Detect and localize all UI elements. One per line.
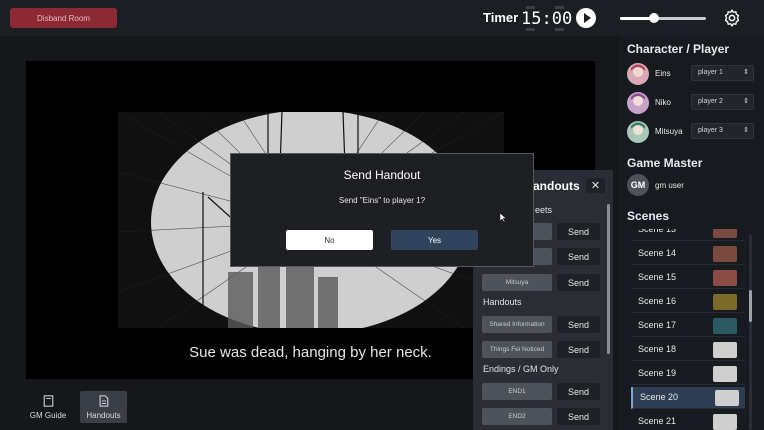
volume-slider[interactable] [620, 17, 706, 20]
send-button[interactable]: Send [557, 274, 600, 291]
handout-item-mitsuya[interactable]: Mitsuya [482, 274, 552, 291]
close-icon[interactable]: ✕ [586, 178, 605, 193]
endings-section-heading: Endings / GM Only [483, 364, 559, 374]
player-select[interactable]: player 1 ⇕ [691, 65, 754, 81]
mouse-cursor-icon [500, 213, 506, 222]
character-player-heading: Character / Player [627, 42, 730, 56]
minute-down-tick[interactable] [526, 28, 535, 31]
timer-label: Timer [483, 10, 519, 25]
scene-item[interactable]: Scene 18 [631, 339, 745, 361]
document-icon [99, 395, 109, 407]
scene-name: Scene 13 [638, 229, 677, 234]
scene-item[interactable]: Scene 21 [631, 411, 745, 430]
send-button[interactable]: Send [557, 223, 600, 240]
second-down-tick[interactable] [555, 28, 564, 31]
player-select[interactable]: player 2 ⇕ [691, 94, 754, 110]
gm-avatar: GM [627, 174, 649, 196]
dialog-title: Send Handout [343, 168, 421, 182]
scene-thumbnail [713, 246, 737, 262]
handout-item-shared-information[interactable]: Shared Information [482, 316, 552, 333]
timer-display[interactable]: 15:00 [521, 6, 573, 31]
scene-thumbnail [713, 270, 737, 286]
scene-item[interactable]: Scene 15 [631, 267, 745, 289]
handouts-section-heading: Handouts [483, 297, 522, 307]
scenes-heading: Scenes [627, 209, 670, 223]
book-icon [43, 395, 53, 407]
scene-list: Scene 13 Scene 14 Scene 15 Scene 16 Scene 17… [631, 229, 745, 430]
scene-thumbnail [713, 366, 737, 382]
play-icon[interactable] [576, 8, 596, 28]
scene-item[interactable]: Scene 16 [631, 291, 745, 313]
scene-name: Scene 14 [638, 248, 677, 258]
scene-name: Scene 19 [638, 368, 677, 378]
volume-knob[interactable] [649, 13, 660, 23]
scene-name: Scene 16 [638, 296, 677, 306]
scene-item[interactable]: Scene 14 [631, 243, 745, 265]
tab-handouts-label: Handouts [86, 411, 121, 420]
select-arrows-icon: ⇕ [743, 98, 749, 105]
character-row: Mitsuya player 3 ⇕ [627, 121, 757, 143]
game-master-heading: Game Master [627, 156, 703, 170]
character-sheets-heading: eets [535, 205, 553, 215]
avatar [627, 92, 649, 114]
send-button[interactable]: Send [557, 408, 600, 425]
tab-gm-guide-label: GM Guide [29, 411, 67, 420]
scene-thumbnail [713, 342, 737, 358]
scene-name: Scene 17 [638, 320, 677, 330]
send-button[interactable]: Send [557, 341, 600, 358]
no-button[interactable]: No [286, 230, 373, 250]
scene-thumbnail [715, 390, 739, 406]
player-select-value: player 2 [698, 98, 723, 105]
gear-icon[interactable] [722, 8, 742, 28]
app-root: Disband Room Timer 15:00 Sue was dead, h… [0, 0, 764, 430]
scene-thumbnail [713, 229, 737, 238]
scene-name: Scene 15 [638, 272, 677, 282]
scene-thumbnail [713, 294, 737, 310]
scene-name: Scene 18 [638, 344, 677, 354]
select-arrows-icon: ⇕ [743, 127, 749, 134]
player-select-value: player 1 [698, 69, 723, 76]
avatar [627, 121, 649, 143]
handout-item-end2[interactable]: END2 [482, 408, 552, 425]
gm-name: gm user [655, 181, 684, 190]
character-name: Mitsuya [655, 127, 683, 136]
scene-thumbnail [713, 318, 737, 334]
tab-gm-guide[interactable]: GM Guide [26, 391, 70, 423]
handout-item-end1[interactable]: END1 [482, 383, 552, 400]
timer-value: 15:00 [521, 9, 573, 29]
character-name: Eins [655, 69, 671, 78]
send-button[interactable]: Send [557, 316, 600, 333]
scene-scroll-track[interactable] [749, 234, 752, 430]
character-row: Niko player 2 ⇕ [627, 92, 757, 114]
player-select[interactable]: player 3 ⇕ [691, 123, 754, 139]
avatar [627, 63, 649, 85]
tab-handouts[interactable]: Handouts [80, 391, 127, 423]
player-select-value: player 3 [698, 127, 723, 134]
handouts-scrollbar[interactable] [607, 204, 610, 354]
character-name: Niko [655, 98, 672, 107]
disband-room-button[interactable]: Disband Room [10, 8, 117, 28]
top-bar: Disband Room Timer 15:00 [0, 0, 764, 36]
select-arrows-icon: ⇕ [743, 69, 749, 76]
scene-item[interactable]: Scene 19 [631, 363, 745, 385]
dialog-message: Send "Eins" to player 1? [338, 196, 426, 205]
yes-button[interactable]: Yes [391, 230, 478, 250]
scene-item[interactable]: Scene 17 [631, 315, 745, 337]
scene-scrollbar[interactable] [749, 290, 752, 322]
send-button[interactable]: Send [557, 248, 600, 265]
send-button[interactable]: Send [557, 383, 600, 400]
character-row: Eins player 1 ⇕ [627, 63, 757, 85]
scene-name: Scene 21 [638, 416, 677, 426]
handouts-panel-title: andouts [533, 179, 580, 193]
scene-item[interactable]: Scene 13 [631, 229, 745, 241]
scene-thumbnail [713, 414, 737, 430]
handout-item-things-fei-noticed[interactable]: Things Fei Noticed [482, 341, 552, 358]
scene-name: Scene 20 [640, 392, 679, 402]
scene-item[interactable]: Scene 20 [631, 387, 745, 409]
